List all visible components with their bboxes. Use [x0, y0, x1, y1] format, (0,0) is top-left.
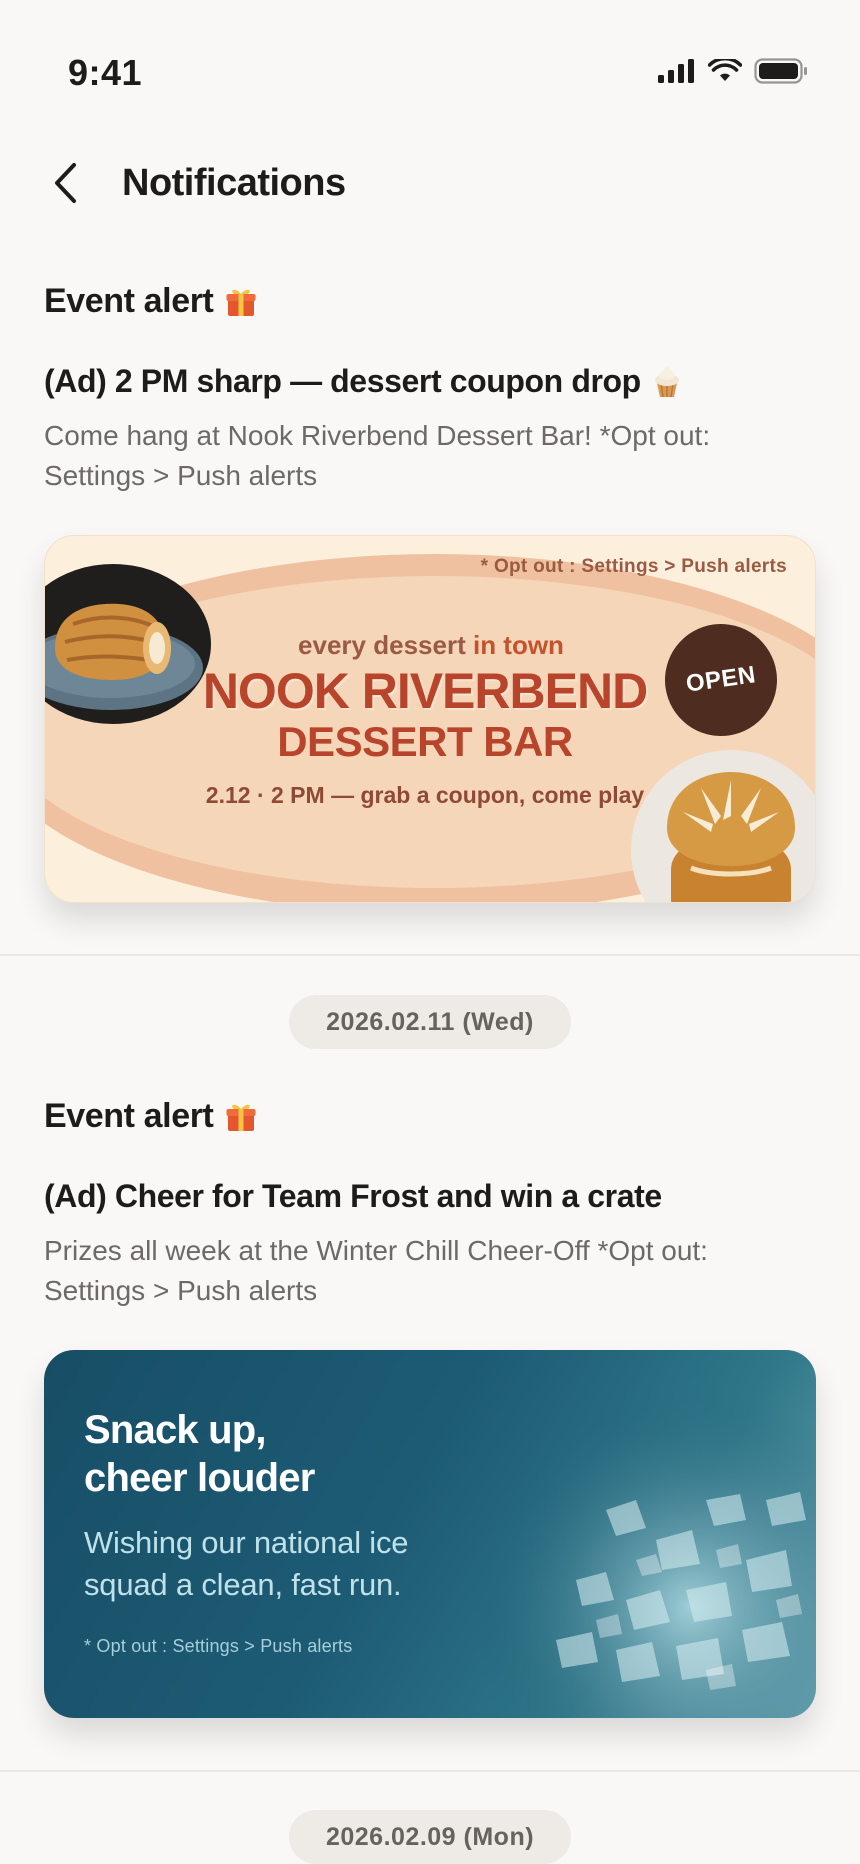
banner-subtext: Wishing our national ice squad a clean, … — [84, 1522, 409, 1606]
wifi-icon — [708, 59, 742, 81]
date-separator: 2026.02.11 (Wed) — [289, 995, 571, 1049]
nav-bar: Notifications — [0, 150, 860, 220]
section-divider — [0, 1770, 860, 1772]
banner-subtext-line1: Wishing our national ice — [84, 1525, 409, 1560]
notification-item[interactable]: Event alert (Ad) 2 PM sharp — dessert co… — [44, 282, 816, 496]
banner-opt-out-text: * Opt out : Settings > Push alerts — [480, 556, 787, 577]
notification-type: Event alert — [44, 1097, 816, 1136]
banner-heading-line2: cheer louder — [84, 1456, 315, 1500]
banner-heading: Snack up, cheer louder — [84, 1406, 315, 1502]
cheer-off-ad-banner[interactable]: Snack up, cheer louder Wishing our natio… — [44, 1350, 816, 1718]
notification-item[interactable]: Event alert (Ad) Cheer for Team Frost an… — [44, 1097, 816, 1311]
status-bar: 9:41 — [0, 0, 860, 150]
notification-title: (Ad) 2 PM sharp — dessert coupon drop — [44, 363, 816, 400]
notification-title: (Ad) Cheer for Team Frost and win a crat… — [44, 1178, 816, 1215]
notification-title-text: (Ad) Cheer for Team Frost and win a crat… — [44, 1178, 662, 1214]
pastry-roll-image — [45, 564, 211, 724]
cupcake-icon — [654, 366, 679, 397]
banner-eyebrow-accent: in town — [472, 630, 564, 660]
banner-subtext-line2: squad a clean, fast run. — [84, 1567, 402, 1602]
banner-opt-out-text: * Opt out : Settings > Push alerts — [84, 1636, 353, 1656]
notification-title-text: (Ad) 2 PM sharp — dessert coupon drop — [44, 363, 641, 399]
status-time: 9:41 — [68, 52, 143, 93]
notification-type-label: Event alert — [44, 1097, 214, 1135]
notification-type-label: Event alert — [44, 282, 214, 320]
back-button[interactable] — [40, 158, 90, 208]
gift-icon — [226, 289, 256, 316]
section-divider — [0, 954, 860, 956]
signal-icon — [658, 59, 694, 83]
pastry-bun-image — [631, 750, 815, 902]
date-separator: 2026.02.09 (Mon) — [289, 1810, 571, 1864]
notification-type: Event alert — [44, 282, 816, 321]
dessert-bar-ad-banner[interactable]: * Opt out : Settings > Push alerts every… — [44, 535, 816, 903]
chevron-left-icon — [55, 163, 76, 203]
banner-eyebrow-text: every dessert — [298, 630, 466, 660]
gift-icon — [226, 1104, 256, 1131]
banner-heading-line1: Snack up, — [84, 1408, 267, 1452]
notification-body: Come hang at Nook Riverbend Dessert Bar!… — [44, 420, 711, 491]
status-icons — [658, 58, 808, 84]
page-title: Notifications — [122, 162, 346, 204]
notification-body: Prizes all week at the Winter Chill Chee… — [44, 1235, 708, 1306]
ice-crystals-image — [456, 1350, 816, 1718]
battery-icon — [754, 58, 807, 84]
